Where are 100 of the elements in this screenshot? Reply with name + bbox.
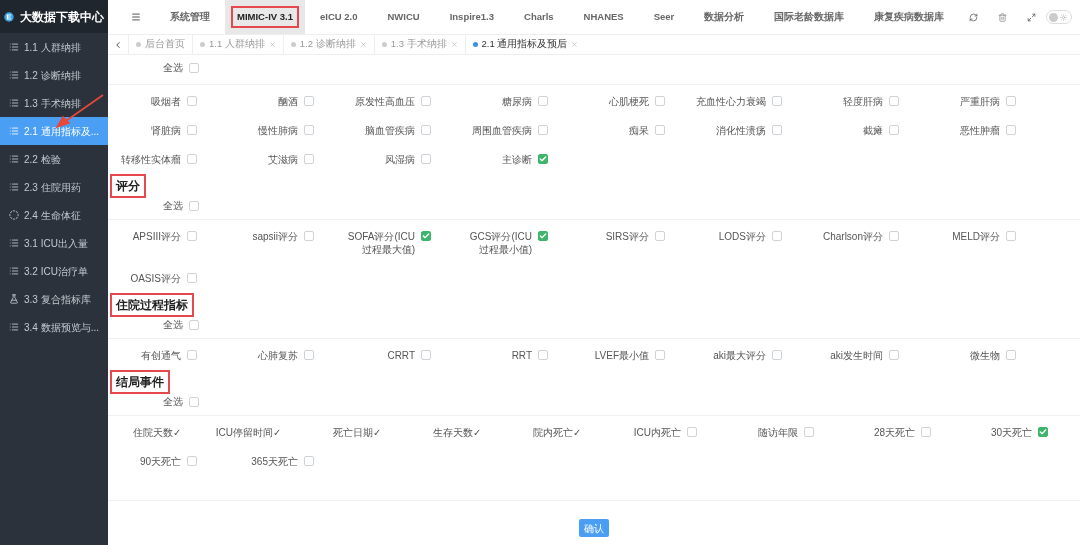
checkbox[interactable] bbox=[655, 350, 665, 360]
close-icon[interactable] bbox=[450, 41, 458, 48]
close-icon[interactable] bbox=[571, 41, 579, 48]
sidebar-item[interactable]: 2.3 住院用药 bbox=[0, 173, 108, 201]
checkbox[interactable] bbox=[421, 154, 431, 164]
checkbox-label: LODS评分 bbox=[717, 230, 767, 243]
menu-icon[interactable] bbox=[131, 12, 141, 22]
checkbox[interactable] bbox=[421, 125, 431, 135]
nav-tab[interactable]: 系统管理 bbox=[155, 0, 225, 34]
checkbox[interactable] bbox=[655, 125, 665, 135]
back-icon[interactable] bbox=[113, 39, 123, 50]
checkbox[interactable] bbox=[1006, 125, 1016, 135]
checkbox[interactable] bbox=[1006, 96, 1016, 106]
nav-tab[interactable]: MIMIC-IV 3.1 bbox=[225, 0, 305, 34]
sidebar-item[interactable]: 1.1 人群纳排 bbox=[0, 33, 108, 61]
section-heading: 住院过程指标 bbox=[110, 293, 194, 317]
checkbox-label: 全选 bbox=[162, 318, 184, 332]
nav-tab[interactable]: 国际老龄数据库 bbox=[759, 0, 860, 34]
sidebar-item[interactable]: 2.2 检验 bbox=[0, 145, 108, 173]
checkbox[interactable] bbox=[189, 319, 199, 330]
nav-tab[interactable]: Seer bbox=[638, 0, 690, 34]
checkbox[interactable] bbox=[189, 396, 199, 407]
checkbox[interactable] bbox=[304, 96, 314, 106]
list-icon bbox=[9, 238, 19, 248]
checkbox-label: APSIII评分 bbox=[131, 230, 182, 243]
checkbox[interactable] bbox=[538, 231, 548, 241]
theme-toggle[interactable] bbox=[1046, 10, 1072, 24]
checkbox[interactable] bbox=[1006, 350, 1016, 360]
checkbox[interactable] bbox=[889, 350, 899, 360]
checkbox[interactable] bbox=[538, 350, 548, 360]
checkbox[interactable] bbox=[187, 154, 197, 164]
sidebar-item[interactable]: 1.3 手术纳排 bbox=[0, 89, 108, 117]
checkbox[interactable] bbox=[421, 231, 431, 241]
sidebar-item[interactable]: 3.4 数据预览与... bbox=[0, 313, 108, 341]
checkbox[interactable] bbox=[772, 231, 782, 241]
sun-icon bbox=[1060, 13, 1067, 21]
checkbox[interactable] bbox=[187, 96, 197, 106]
checkbox[interactable] bbox=[421, 96, 431, 106]
nav-tab[interactable]: NWICU bbox=[372, 0, 435, 34]
sidebar-item[interactable]: 1.2 诊断纳排 bbox=[0, 61, 108, 89]
sidebar-item[interactable]: 3.2 ICU治疗单 bbox=[0, 257, 108, 285]
list-icon bbox=[9, 182, 19, 192]
trash-icon[interactable] bbox=[998, 12, 1007, 22]
nav-tab[interactable]: Inspire1.3 bbox=[434, 0, 509, 34]
checkbox[interactable] bbox=[1006, 231, 1016, 241]
sidebar-item[interactable]: 3.3 复合指标库 bbox=[0, 285, 108, 313]
checkbox[interactable] bbox=[189, 62, 199, 73]
checkbox[interactable] bbox=[187, 273, 197, 283]
checkbox[interactable] bbox=[889, 125, 899, 135]
sidebar-item[interactable]: 2.4 生命体征 bbox=[0, 201, 108, 229]
checkbox-label: Charlson评分 bbox=[821, 230, 884, 243]
checkbox-label: SIRS评分 bbox=[604, 230, 650, 243]
checkbox[interactable] bbox=[655, 231, 665, 241]
checkbox-label: 随访年限 bbox=[757, 426, 799, 439]
checkbox-label: 艾滋病 bbox=[267, 153, 299, 166]
checkbox[interactable] bbox=[187, 125, 197, 135]
nav-tab[interactable]: 康复疾病数据库 bbox=[859, 0, 960, 34]
close-icon[interactable] bbox=[268, 41, 276, 48]
page-tab[interactable]: 2.1 通用指标及预后 bbox=[464, 35, 586, 54]
refresh-icon[interactable] bbox=[969, 12, 978, 22]
close-icon[interactable] bbox=[359, 41, 367, 48]
checkbox-label: 全选 bbox=[162, 199, 184, 213]
checkbox-label: 90天死亡 bbox=[138, 455, 182, 468]
checkbox[interactable] bbox=[889, 231, 899, 241]
checkbox[interactable] bbox=[187, 456, 197, 466]
nav-tab[interactable]: eICU 2.0 bbox=[304, 0, 373, 34]
checkbox[interactable] bbox=[889, 96, 899, 106]
checkbox[interactable] bbox=[304, 456, 314, 466]
checkbox[interactable] bbox=[304, 350, 314, 360]
checkbox-label: 消化性溃疡 bbox=[715, 124, 767, 137]
checkbox-label: 慢性肺病 bbox=[257, 124, 299, 137]
checkbox[interactable] bbox=[304, 231, 314, 241]
checkbox[interactable] bbox=[921, 427, 931, 437]
checkbox[interactable] bbox=[772, 125, 782, 135]
checkbox[interactable] bbox=[538, 125, 548, 135]
checkbox[interactable] bbox=[421, 350, 431, 360]
nav-tab[interactable]: Charls bbox=[509, 0, 569, 34]
checkbox[interactable] bbox=[187, 231, 197, 241]
checkbox-label: 心肺复苏 bbox=[257, 349, 299, 362]
nav-tab[interactable]: NHANES bbox=[568, 0, 639, 34]
checkbox[interactable] bbox=[1038, 427, 1048, 437]
checkbox[interactable] bbox=[538, 96, 548, 106]
checkbox-label: 有创通气 bbox=[140, 349, 182, 362]
checkbox-label: MELD评分 bbox=[951, 230, 1001, 243]
nav-tab[interactable]: 数据分析 bbox=[689, 0, 760, 34]
checkbox[interactable] bbox=[304, 125, 314, 135]
checkbox[interactable] bbox=[189, 200, 199, 211]
checkbox[interactable] bbox=[538, 154, 548, 164]
checkbox-label: ICU内死亡 bbox=[632, 426, 682, 439]
checkbox[interactable] bbox=[772, 96, 782, 106]
checkbox[interactable] bbox=[304, 154, 314, 164]
checkbox-label: 28天死亡 bbox=[872, 426, 916, 439]
fullscreen-icon[interactable] bbox=[1027, 12, 1036, 22]
sidebar-item[interactable]: 3.1 ICU出入量 bbox=[0, 229, 108, 257]
checkbox-label: 心肌梗死 bbox=[608, 95, 650, 108]
checkbox[interactable] bbox=[772, 350, 782, 360]
checkbox[interactable] bbox=[687, 427, 697, 437]
checkbox[interactable] bbox=[187, 350, 197, 360]
checkbox[interactable] bbox=[804, 427, 814, 437]
checkbox[interactable] bbox=[655, 96, 665, 106]
